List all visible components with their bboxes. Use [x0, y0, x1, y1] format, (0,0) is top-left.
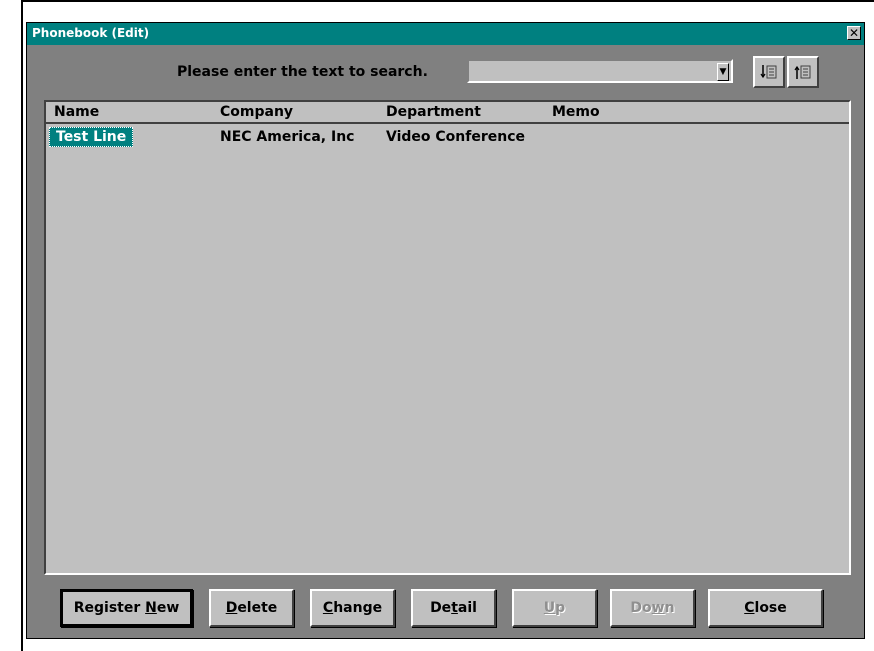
down-button[interactable]: Down	[610, 589, 695, 627]
search-down-icon	[760, 65, 777, 79]
close-icon[interactable]: ✕	[847, 26, 861, 40]
title-bar[interactable]: Phonebook (Edit) ✕	[27, 23, 864, 45]
delete-label-post: elete	[237, 600, 278, 616]
column-header-memo[interactable]: Memo	[544, 102, 712, 124]
register-new-mnemonic: N	[145, 600, 157, 616]
up-mnemonic: U	[543, 600, 556, 616]
change-label-post: hange	[333, 600, 383, 616]
down-label-post: n	[664, 600, 675, 616]
delete-button[interactable]: Delete	[209, 589, 294, 627]
register-new-label-pre: Register	[73, 600, 146, 616]
close-button[interactable]: Close	[708, 589, 823, 627]
detail-mnemonic: t	[451, 600, 458, 616]
down-label-pre: Do	[630, 600, 652, 616]
close-label-post: lose	[754, 600, 787, 616]
screen-border-left	[21, 0, 23, 651]
register-new-label-post: ew	[156, 600, 180, 616]
list-header: Name Company Department Memo	[46, 102, 849, 124]
search-down-button[interactable]	[753, 56, 785, 88]
phonebook-list[interactable]: Name Company Department Memo Test Line N…	[44, 100, 851, 575]
detail-button[interactable]: Detail	[411, 589, 496, 627]
register-new-button[interactable]: Register New	[60, 589, 193, 627]
down-mnemonic: w	[651, 600, 665, 616]
dropdown-arrow-icon[interactable]: ▼	[717, 63, 729, 81]
detail-label-post: ail	[457, 600, 477, 616]
up-label-post: p	[555, 600, 566, 616]
search-label: Please enter the text to search.	[177, 64, 428, 80]
change-button[interactable]: Change	[310, 589, 395, 627]
delete-mnemonic: D	[225, 600, 238, 616]
search-up-button[interactable]	[787, 56, 819, 88]
detail-label-pre: De	[430, 600, 452, 616]
list-row[interactable]: Test Line NEC America, Inc Video Confere…	[46, 126, 849, 148]
column-header-department[interactable]: Department	[378, 102, 546, 124]
cell-company: NEC America, Inc	[220, 129, 355, 145]
screen-border-top	[21, 0, 874, 2]
cell-department: Video Conference	[386, 129, 526, 145]
phonebook-window: Phonebook (Edit) ✕ Please enter the text…	[26, 22, 865, 639]
cell-name[interactable]: Test Line	[49, 127, 134, 147]
change-mnemonic: C	[322, 600, 334, 616]
search-up-icon	[794, 65, 811, 79]
column-header-company[interactable]: Company	[212, 102, 380, 124]
column-header-empty[interactable]	[710, 102, 849, 124]
up-button[interactable]: Up	[512, 589, 597, 627]
close-mnemonic: C	[744, 600, 755, 616]
window-title: Phonebook (Edit)	[32, 26, 150, 40]
column-header-name[interactable]: Name	[46, 102, 214, 124]
search-combobox[interactable]	[467, 59, 733, 83]
